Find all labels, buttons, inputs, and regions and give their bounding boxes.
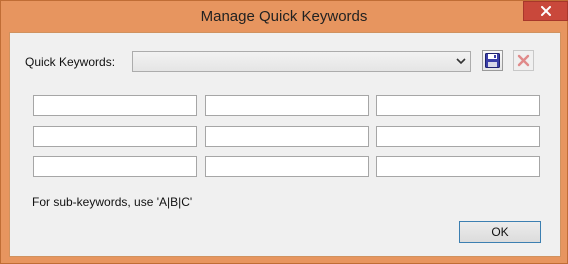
dialog-window: Manage Quick Keywords Quick Keywords: Fo… <box>0 0 568 264</box>
keyword-field-5[interactable] <box>205 126 369 147</box>
chevron-down-icon <box>456 58 466 65</box>
title-bar[interactable]: Manage Quick Keywords <box>1 1 568 32</box>
quick-keywords-dropdown[interactable] <box>132 51 471 72</box>
keyword-field-7[interactable] <box>33 156 197 177</box>
keyword-field-2[interactable] <box>205 95 369 116</box>
keyword-field-1[interactable] <box>33 95 197 116</box>
window-title: Manage Quick Keywords <box>200 8 368 25</box>
keyword-field-3[interactable] <box>376 95 540 116</box>
delete-icon <box>517 54 530 67</box>
close-button[interactable] <box>523 1 568 21</box>
sub-keywords-hint: For sub-keywords, use 'A|B|C' <box>32 195 193 209</box>
save-icon <box>485 53 500 68</box>
keyword-field-4[interactable] <box>33 126 197 147</box>
save-button[interactable] <box>482 50 503 71</box>
close-icon <box>540 6 551 16</box>
dialog-content: Quick Keywords: For sub-keywords, use 'A… <box>9 32 561 257</box>
ok-button[interactable]: OK <box>459 221 541 243</box>
keyword-field-8[interactable] <box>205 156 369 177</box>
delete-button[interactable] <box>513 50 534 71</box>
quick-keywords-label: Quick Keywords: <box>25 55 116 69</box>
keyword-field-9[interactable] <box>376 156 540 177</box>
keyword-field-6[interactable] <box>376 126 540 147</box>
